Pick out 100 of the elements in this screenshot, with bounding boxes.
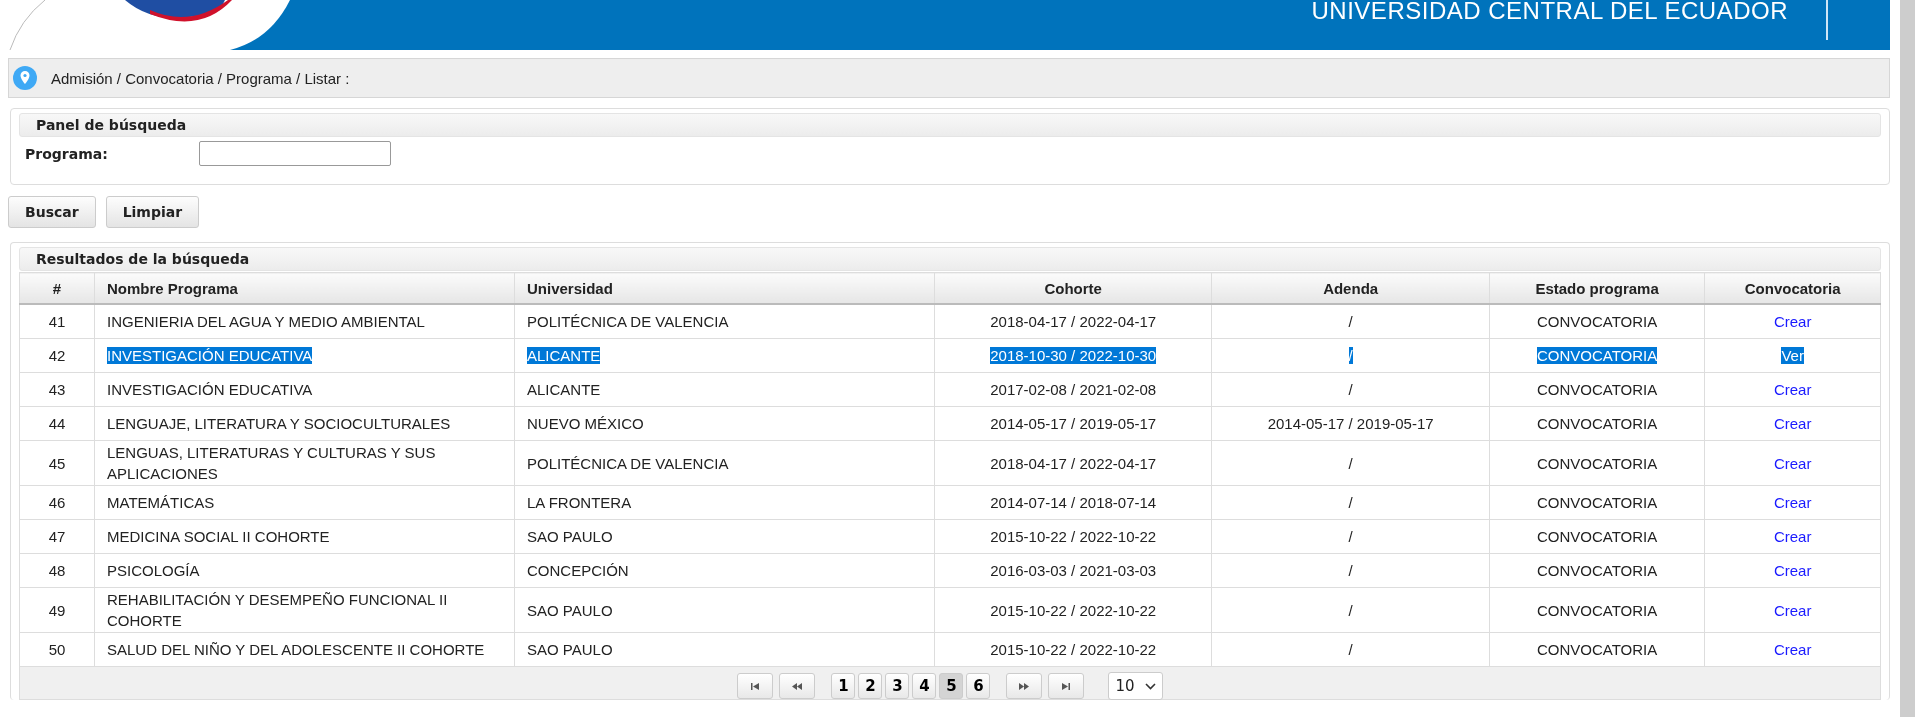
table-cell: CONVOCATORIA bbox=[1536, 454, 1658, 472]
action-link[interactable]: Crear bbox=[1773, 415, 1812, 432]
header-title: UNIVERSIDAD CENTRAL DEL ECUADOR bbox=[1311, 0, 1788, 22]
table-cell: 2014-05-17 / 2019-05-17 bbox=[1267, 415, 1434, 432]
table-cell: 2014-07-14 / 2018-07-14 bbox=[990, 494, 1157, 511]
skip-forward-icon bbox=[1060, 681, 1073, 691]
table-cell: 2015-10-22 / 2022-10-22 bbox=[990, 601, 1157, 619]
table-cell: INVESTIGACIÓN EDUCATIVA bbox=[107, 347, 313, 364]
table-cell: CONVOCATORIA bbox=[1536, 562, 1658, 579]
location-pin-icon bbox=[13, 66, 37, 90]
table-cell: 2017-02-08 / 2021-02-08 bbox=[990, 381, 1157, 398]
table-cell: CONVOCATORIA bbox=[1536, 641, 1658, 658]
table-cell: MEDICINA SOCIAL II COHORTE bbox=[107, 528, 330, 545]
page-button[interactable]: 2 bbox=[858, 673, 883, 699]
table-cell: ALICANTE bbox=[527, 347, 601, 364]
table-cell: / bbox=[1348, 494, 1353, 511]
table-cell: / bbox=[1348, 601, 1353, 619]
page-button[interactable]: 3 bbox=[885, 673, 910, 699]
table-cell: POLITÉCNICA DE VALENCIA bbox=[527, 313, 729, 330]
table-cell: CONVOCATORIA bbox=[1536, 601, 1658, 619]
table-cell: 2014-05-17 / 2019-05-17 bbox=[990, 415, 1157, 432]
table-cell: LA FRONTERA bbox=[527, 494, 632, 511]
double-left-arrow-icon bbox=[791, 681, 804, 691]
clear-button[interactable]: Limpiar bbox=[105, 196, 200, 228]
table-cell: 41 bbox=[19, 304, 95, 339]
action-link[interactable]: Crear bbox=[1773, 454, 1812, 472]
table-cell: CONVOCATORIA bbox=[1536, 494, 1658, 511]
action-link[interactable]: Crear bbox=[1773, 562, 1812, 579]
table-cell: / bbox=[1348, 562, 1353, 579]
table-cell: / bbox=[1348, 454, 1353, 472]
table-cell: / bbox=[1348, 381, 1353, 398]
last-page-button[interactable] bbox=[1048, 673, 1085, 699]
page-button[interactable]: 1 bbox=[831, 673, 856, 699]
table-cell: POLITÉCNICA DE VALENCIA bbox=[527, 454, 729, 472]
column-header[interactable]: Estado programa bbox=[1489, 272, 1705, 304]
previous-page-button[interactable] bbox=[779, 673, 816, 699]
table-cell: REHABILITACIÓN Y DESEMPEÑO FUNCIONAL II COHORTE bbox=[107, 591, 448, 629]
table-cell: INVESTIGACIÓN EDUCATIVA bbox=[107, 381, 313, 398]
action-link[interactable]: Crear bbox=[1773, 381, 1812, 398]
action-link[interactable]: Crear bbox=[1773, 494, 1812, 511]
column-header[interactable]: Universidad bbox=[514, 272, 935, 304]
search-button[interactable]: Buscar bbox=[8, 196, 96, 228]
table-cell: / bbox=[1348, 528, 1353, 545]
table-cell: MATEMÁTICAS bbox=[107, 494, 215, 511]
table-cell: 2018-04-17 / 2022-04-17 bbox=[990, 454, 1157, 472]
table-cell: 43 bbox=[19, 372, 95, 407]
table-cell: 42 bbox=[19, 338, 95, 373]
table-cell: 45 bbox=[19, 440, 95, 486]
first-page-button[interactable] bbox=[737, 673, 774, 699]
page-button[interactable]: 5 bbox=[939, 673, 964, 699]
column-header[interactable]: Adenda bbox=[1211, 272, 1490, 304]
page-size-value: 10 bbox=[1115, 677, 1135, 695]
programa-input-field[interactable] bbox=[199, 141, 391, 166]
table-cell: 47 bbox=[19, 519, 95, 554]
table-cell: 2016-03-03 / 2021-03-03 bbox=[990, 562, 1157, 579]
action-link[interactable]: Crear bbox=[1773, 313, 1812, 330]
scrollbar[interactable] bbox=[1900, 0, 1915, 717]
table-cell: LENGUAS, LITERATURAS Y CULTURAS Y SUS APLICACIONES bbox=[107, 444, 436, 482]
table-cell: 2015-10-22 / 2022-10-22 bbox=[990, 641, 1157, 658]
table-cell: / bbox=[1348, 347, 1353, 364]
table-cell: SAO PAULO bbox=[527, 601, 613, 619]
table-cell: SAO PAULO bbox=[527, 528, 613, 545]
panel-title: Panel de búsqueda bbox=[19, 113, 1881, 137]
action-link[interactable]: Ver bbox=[1781, 347, 1804, 364]
table-cell: 44 bbox=[19, 406, 95, 441]
action-link[interactable]: Crear bbox=[1773, 641, 1812, 658]
table-cell: CONVOCATORIA bbox=[1536, 528, 1658, 545]
table-cell: LENGUAJE, LITERATURA Y SOCIOCULTURALES bbox=[107, 415, 451, 432]
skip-back-icon bbox=[749, 681, 762, 691]
column-header[interactable]: Nombre Programa bbox=[94, 272, 515, 304]
page-button[interactable]: 4 bbox=[912, 673, 937, 699]
action-link[interactable]: Crear bbox=[1773, 601, 1812, 619]
field-label: Programa: bbox=[25, 145, 109, 162]
table-cell: INGENIERIA DEL AGUA Y MEDIO AMBIENTAL bbox=[107, 313, 425, 330]
breadcrumb: Admisión / Convocatoria / Programa / Listar : bbox=[51, 69, 350, 87]
table-cell: 50 bbox=[19, 632, 95, 667]
column-header[interactable]: Cohorte bbox=[934, 272, 1212, 304]
table-cell: CONCEPCIÓN bbox=[527, 562, 629, 579]
table-cell: CONVOCATORIA bbox=[1536, 415, 1658, 432]
column-header[interactable]: # bbox=[19, 272, 95, 304]
table-cell: 2015-10-22 / 2022-10-22 bbox=[990, 528, 1157, 545]
action-link[interactable]: Crear bbox=[1773, 528, 1812, 545]
chevron-down-icon bbox=[1144, 682, 1156, 690]
table-cell: CONVOCATORIA bbox=[1536, 347, 1658, 364]
panel-title: Resultados de la búsqueda bbox=[19, 247, 1881, 271]
table-cell: / bbox=[1348, 313, 1353, 330]
column-header[interactable]: Convocatoria bbox=[1704, 272, 1881, 304]
table-cell: 2018-04-17 / 2022-04-17 bbox=[990, 313, 1157, 330]
page-size-dropdown[interactable]: 10 bbox=[1108, 672, 1163, 700]
table-cell: CONVOCATORIA bbox=[1536, 381, 1658, 398]
next-page-button[interactable] bbox=[1006, 673, 1043, 699]
table-cell: PSICOLOGÍA bbox=[107, 562, 200, 579]
page-button[interactable]: 6 bbox=[966, 673, 991, 699]
table-cell: / bbox=[1348, 641, 1353, 658]
table-cell: ALICANTE bbox=[527, 381, 601, 398]
table-cell: 46 bbox=[19, 485, 95, 520]
table-cell: 48 bbox=[19, 553, 95, 588]
double-right-arrow-icon bbox=[1018, 681, 1031, 691]
table-cell: NUEVO MÉXICO bbox=[527, 415, 644, 432]
table-cell: SAO PAULO bbox=[527, 641, 613, 658]
